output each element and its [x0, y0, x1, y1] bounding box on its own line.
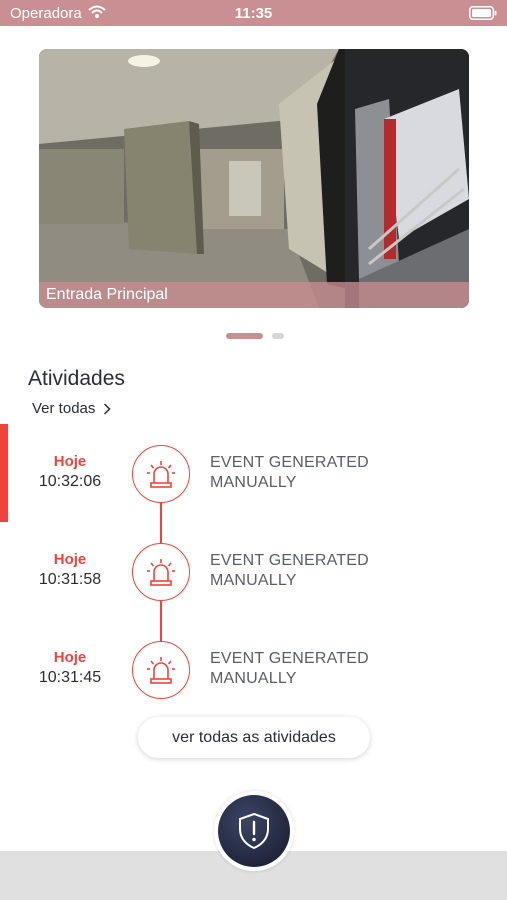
see-all-link[interactable]: Ver todas: [32, 400, 111, 417]
activity-day: Hoje: [53, 453, 87, 470]
camera-name-label: Entrada Principal: [39, 282, 469, 308]
camera-feed-image: [39, 49, 469, 308]
pager-dot-active[interactable]: [226, 333, 263, 339]
clock: 11:35: [234, 5, 273, 22]
activity-time: 10:32:06: [38, 473, 102, 490]
battery-icon: [469, 6, 497, 25]
siren-icon: [132, 445, 190, 503]
chevron-right-icon: [104, 402, 111, 415]
camera-preview-card[interactable]: Entrada Principal: [39, 49, 469, 308]
view-all-activities-button[interactable]: ver todas as atividades: [138, 717, 370, 758]
timeline-connector: [160, 503, 162, 543]
activity-description: EVENT GENERATED MANUALLY: [210, 454, 369, 491]
activity-item[interactable]: Hoje 10:31:58 EVENT GENERATED MANUALLY: [0, 541, 507, 601]
shield-alert-icon: [239, 812, 269, 850]
see-all-label: Ver todas: [32, 400, 96, 417]
panic-button[interactable]: [218, 795, 290, 867]
activity-day: Hoje: [53, 649, 87, 666]
activity-time: 10:31:58: [38, 571, 102, 588]
pager-dot[interactable]: [272, 333, 284, 339]
activity-time: 10:31:45: [38, 669, 102, 686]
camera-pager[interactable]: [0, 333, 507, 339]
timeline-connector: [160, 601, 162, 641]
siren-icon: [132, 641, 190, 699]
status-bar: Operadora 11:35: [0, 0, 507, 26]
activity-description: EVENT GENERATED MANUALLY: [210, 650, 369, 687]
activity-day: Hoje: [53, 551, 87, 568]
activity-item[interactable]: Hoje 10:31:45 EVENT GENERATED MANUALLY: [0, 639, 507, 699]
activity-description: EVENT GENERATED MANUALLY: [210, 552, 369, 589]
activity-item[interactable]: Hoje 10:32:06 EVENT GENERATED MANUALLY: [0, 443, 507, 503]
siren-icon: [132, 543, 190, 601]
activities-title: Atividades: [28, 367, 125, 390]
